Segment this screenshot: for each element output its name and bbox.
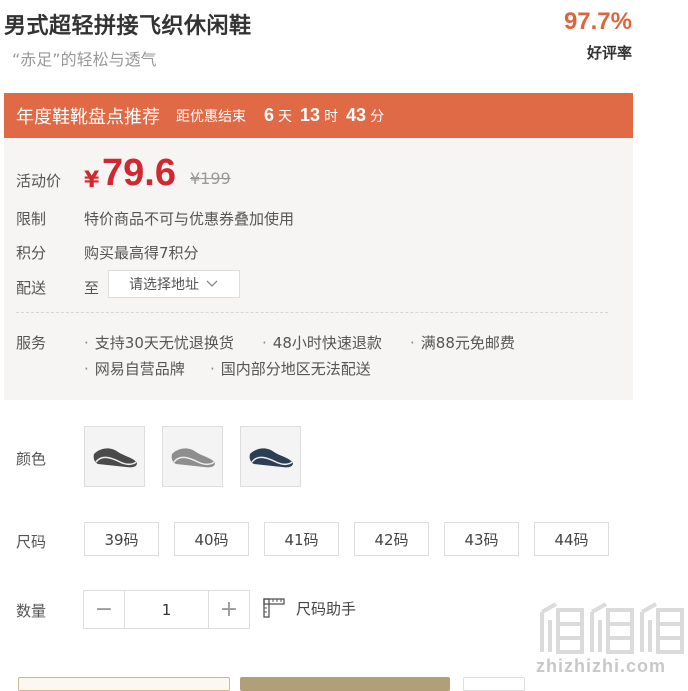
divider bbox=[16, 312, 608, 313]
limit-label: 限制 bbox=[16, 210, 47, 228]
shoe-icon bbox=[171, 447, 215, 467]
quantity-input[interactable]: 1 bbox=[124, 591, 209, 628]
service-item: 满88元免邮费 bbox=[410, 332, 515, 353]
product-title: 男式超轻拼接飞织休闲鞋 bbox=[4, 14, 252, 39]
color-swatch-dark-gray[interactable] bbox=[84, 426, 145, 487]
watermark-text: zhizhizhi.com bbox=[536, 656, 666, 676]
size-option[interactable]: 42码 bbox=[354, 522, 429, 556]
size-helper-link[interactable]: 尺码助手 bbox=[262, 597, 356, 619]
size-helper-label: 尺码助手 bbox=[296, 599, 357, 618]
color-label: 颜色 bbox=[16, 450, 47, 468]
countdown-days: 6 bbox=[264, 105, 275, 125]
points-label: 积分 bbox=[16, 244, 47, 262]
countdown-label: 距优惠结束 bbox=[176, 108, 246, 125]
limit-value: 特价商品不可与优惠券叠加使用 bbox=[84, 210, 295, 228]
add-to-cart-button[interactable] bbox=[18, 677, 230, 691]
countdown-minutes-unit: 分 bbox=[370, 109, 385, 125]
size-option[interactable]: 43码 bbox=[444, 522, 519, 556]
chevron-down-icon bbox=[206, 280, 218, 287]
service-label: 服务 bbox=[16, 334, 47, 352]
price-currency: ¥ bbox=[84, 168, 100, 193]
quantity-stepper: − 1 + bbox=[83, 590, 250, 629]
address-select-label: 请选择地址 bbox=[129, 277, 199, 293]
price-label: 活动价 bbox=[16, 172, 62, 190]
countdown-days-unit: 天 bbox=[278, 109, 293, 125]
quantity-plus-button[interactable]: + bbox=[209, 591, 249, 628]
shoe-icon bbox=[93, 447, 137, 467]
ruler-icon bbox=[263, 598, 285, 618]
color-swatch-light-gray[interactable] bbox=[162, 426, 223, 487]
delivery-label: 配送 bbox=[16, 279, 47, 297]
color-swatch-navy[interactable] bbox=[240, 426, 301, 487]
price-panel: 活动价 ¥ 79.6 ¥199 限制 特价商品不可与优惠券叠加使用 积分 购买最… bbox=[4, 138, 633, 400]
countdown-timer: 6 天 13 时 43 分 bbox=[260, 105, 388, 126]
rating-label: 好评率 bbox=[586, 44, 632, 62]
price-value: 79.6 bbox=[102, 152, 176, 194]
promo-banner: 年度鞋靴盘点推荐 距优惠结束 6 天 13 时 43 分 bbox=[4, 93, 633, 138]
product-subtitle: “赤足”的轻松与透气 bbox=[12, 50, 157, 69]
promo-title: 年度鞋靴盘点推荐 bbox=[16, 106, 160, 128]
rating-value: 97.7% bbox=[563, 8, 632, 35]
service-item: 支持30天无忧退换货 bbox=[84, 332, 234, 353]
shoe-icon bbox=[249, 447, 293, 467]
original-price: ¥199 bbox=[190, 169, 231, 188]
service-item: 48小时快速退款 bbox=[262, 332, 382, 353]
countdown-hours: 13 bbox=[300, 105, 321, 125]
buy-now-button[interactable] bbox=[240, 677, 450, 691]
rating-block: 97.7% 好评率 bbox=[564, 8, 632, 63]
delivery-prefix: 至 bbox=[84, 279, 100, 297]
countdown-minutes: 43 bbox=[346, 105, 367, 125]
favorite-button[interactable] bbox=[463, 677, 525, 691]
countdown-hours-unit: 时 bbox=[324, 109, 339, 125]
size-option[interactable]: 44码 bbox=[534, 522, 609, 556]
service-item: 网易自营品牌 bbox=[84, 358, 185, 379]
size-option[interactable]: 40码 bbox=[174, 522, 249, 556]
quantity-minus-button[interactable]: − bbox=[84, 591, 124, 628]
points-value: 购买最高得7积分 bbox=[84, 244, 199, 262]
service-item: 国内部分地区无法配送 bbox=[210, 358, 371, 379]
size-label: 尺码 bbox=[16, 533, 47, 551]
quantity-label: 数量 bbox=[16, 602, 47, 620]
size-option[interactable]: 39码 bbox=[84, 522, 159, 556]
size-option[interactable]: 41码 bbox=[264, 522, 339, 556]
address-select[interactable]: 请选择地址 bbox=[108, 270, 240, 298]
